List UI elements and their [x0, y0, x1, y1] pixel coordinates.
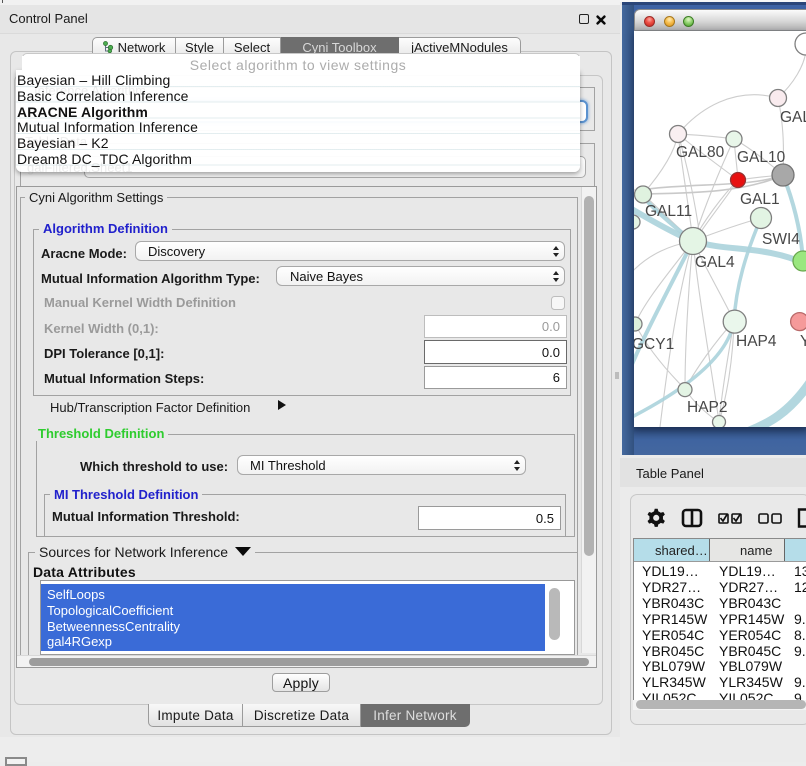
svg-text:HAP2: HAP2 — [687, 399, 728, 416]
svg-text:GCY1: GCY1 — [634, 336, 674, 353]
svg-text:GAL11: GAL11 — [645, 203, 692, 220]
svg-text:GAL1: GAL1 — [740, 191, 780, 208]
svg-text:SWI4: SWI4 — [762, 231, 800, 248]
svg-text:GAL4: GAL4 — [695, 254, 735, 271]
svg-text:HAP4: HAP4 — [736, 333, 777, 350]
svg-text:GAL80: GAL80 — [676, 144, 725, 161]
svg-text:Y: Y — [800, 333, 806, 350]
svg-text:GAL7: GAL7 — [780, 109, 806, 126]
svg-text:GAL10: GAL10 — [737, 149, 786, 166]
